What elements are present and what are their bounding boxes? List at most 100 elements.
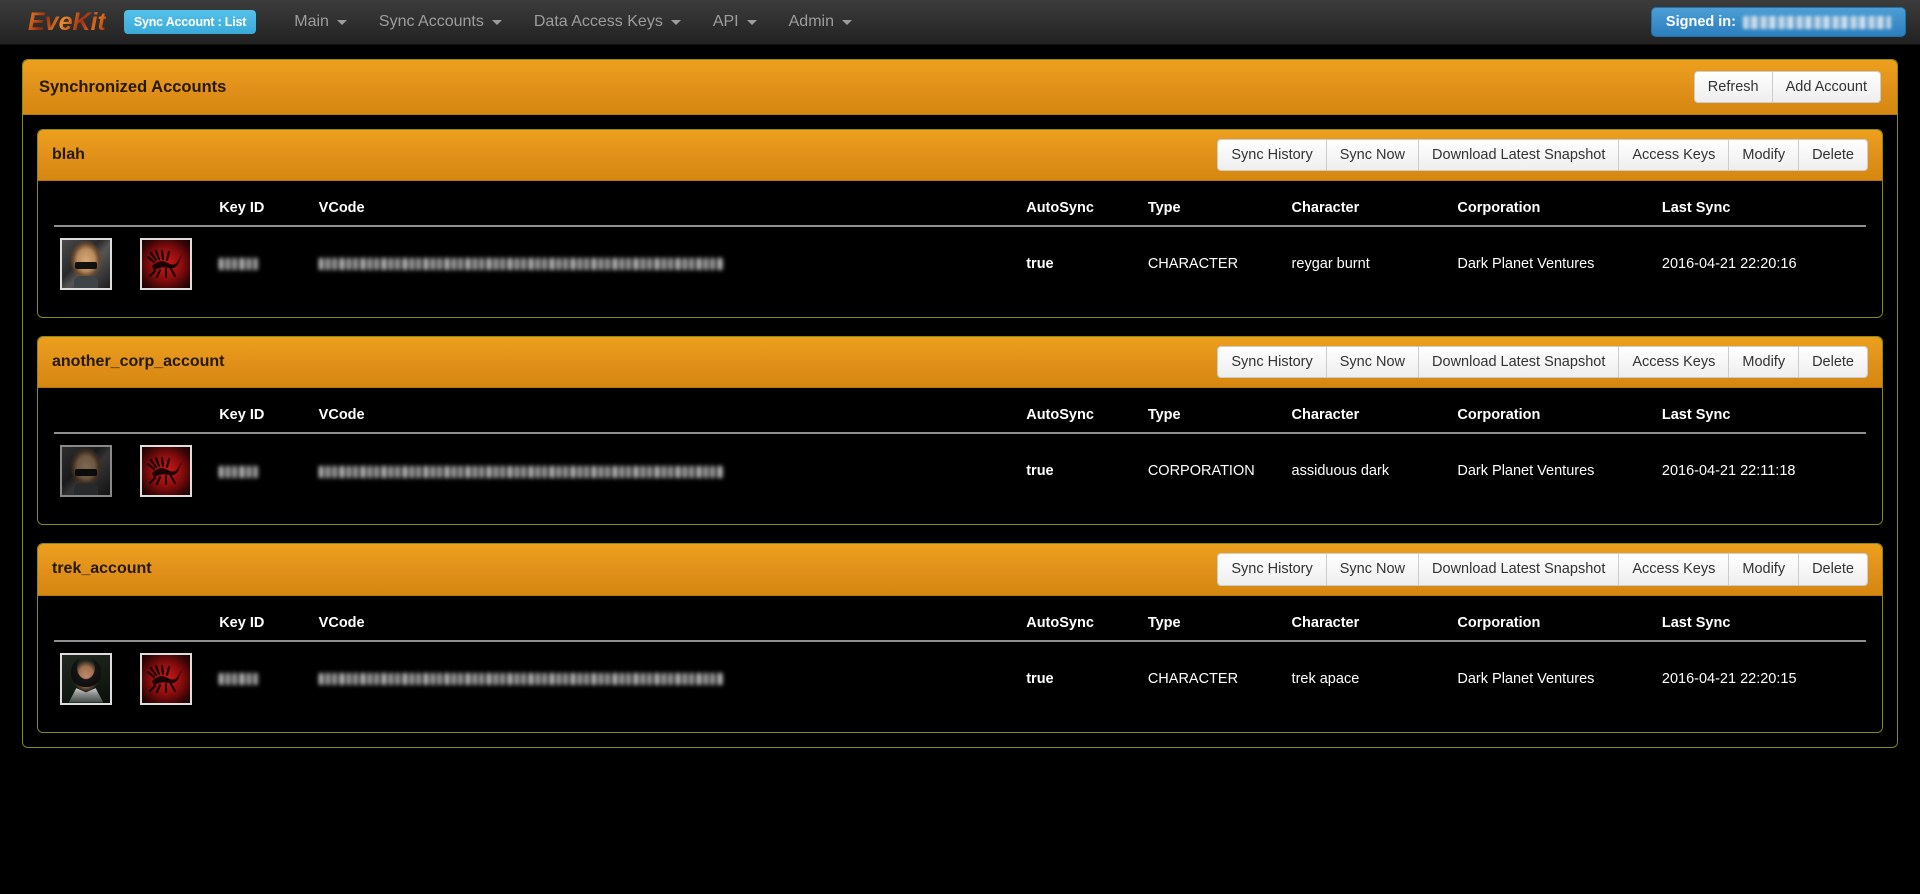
th-corporation: Corporation	[1451, 605, 1656, 642]
corporation-logo-icon	[139, 445, 192, 498]
account-table: Key ID VCode AutoSync Type Character Cor…	[54, 191, 1866, 301]
modify-button[interactable]: Modify	[1729, 346, 1800, 379]
nav-item-label: Sync Accounts	[378, 13, 484, 30]
nav-item-main[interactable]: Main	[278, 5, 363, 39]
nav-item-label: Data Access Keys	[533, 13, 663, 30]
access-keys-button[interactable]: Access Keys	[1619, 553, 1730, 586]
cell-autosync: true	[1026, 256, 1054, 273]
refresh-button[interactable]: Refresh	[1693, 71, 1773, 104]
nav-active-badge[interactable]: Sync Account : List	[123, 10, 257, 34]
account-header: blah Sync History Sync Now Download Late…	[38, 130, 1882, 182]
sync-now-button[interactable]: Sync Now	[1326, 139, 1420, 172]
th-character: Character	[1285, 605, 1452, 642]
account-panel: another_corp_account Sync History Sync N…	[37, 336, 1883, 526]
add-account-button[interactable]: Add Account	[1772, 71, 1881, 104]
cell-character-image	[54, 433, 134, 508]
th-character-image	[54, 191, 134, 228]
account-actions: Sync History Sync Now Download Latest Sn…	[1217, 139, 1868, 172]
delete-button[interactable]: Delete	[1799, 346, 1868, 379]
nav-item-api[interactable]: API	[697, 5, 773, 39]
cell-key-id	[213, 226, 312, 301]
sync-history-button[interactable]: Sync History	[1217, 346, 1327, 379]
th-character-image	[54, 605, 134, 642]
signed-in-email-redacted	[1743, 15, 1891, 29]
modify-button[interactable]: Modify	[1729, 139, 1800, 172]
download-latest-snapshot-button[interactable]: Download Latest Snapshot	[1419, 346, 1620, 379]
panel-header: Synchronized Accounts Refresh Add Accoun…	[23, 60, 1897, 116]
nav-item-label: Main	[294, 13, 329, 30]
sync-history-button[interactable]: Sync History	[1217, 553, 1327, 586]
account-table: Key ID VCode AutoSync Type Character Cor…	[54, 605, 1866, 716]
table-row: true CORPORATION assiduous dark Dark Pla…	[54, 433, 1866, 508]
brand-logo[interactable]: EveKit	[14, 8, 106, 37]
th-corporation-image	[133, 605, 214, 642]
corporation-logo-icon	[139, 652, 192, 705]
cell-corporation: Dark Planet Ventures	[1457, 670, 1595, 687]
sync-now-button[interactable]: Sync Now	[1326, 553, 1420, 586]
character-portrait-icon	[60, 238, 112, 291]
cell-corporation-image	[134, 433, 214, 508]
th-autosync: AutoSync	[1020, 191, 1142, 228]
cell-key-id	[213, 641, 312, 716]
panel-header-actions: Refresh Add Account	[1693, 71, 1881, 104]
account-actions: Sync History Sync Now Download Latest Sn…	[1217, 346, 1868, 379]
modify-button[interactable]: Modify	[1729, 553, 1800, 586]
download-latest-snapshot-button[interactable]: Download Latest Snapshot	[1419, 553, 1620, 586]
th-type: Type	[1141, 191, 1286, 228]
nav-item-sync-accounts[interactable]: Sync Accounts	[363, 5, 518, 39]
table-row: true CHARACTER trek apace Dark Planet Ve…	[54, 641, 1866, 716]
th-last-sync: Last Sync	[1655, 398, 1866, 435]
nav-item-data-access-keys[interactable]: Data Access Keys	[518, 5, 697, 39]
sync-now-button[interactable]: Sync Now	[1326, 346, 1420, 379]
th-autosync: AutoSync	[1020, 398, 1142, 435]
sync-history-button[interactable]: Sync History	[1217, 139, 1327, 172]
chevron-down-icon	[841, 19, 852, 25]
table-row: true CHARACTER reygar burnt Dark Planet …	[54, 226, 1866, 301]
account-body: Key ID VCode AutoSync Type Character Cor…	[38, 388, 1882, 525]
account-body: Key ID VCode AutoSync Type Character Cor…	[38, 181, 1882, 318]
character-portrait-icon	[60, 445, 112, 498]
cell-corporation-image	[134, 641, 214, 716]
download-latest-snapshot-button[interactable]: Download Latest Snapshot	[1419, 139, 1620, 172]
table-header-row: Key ID VCode AutoSync Type Character Cor…	[54, 605, 1866, 642]
access-keys-button[interactable]: Access Keys	[1619, 346, 1730, 379]
th-vcode: VCode	[312, 398, 1021, 435]
account-panel: blah Sync History Sync Now Download Late…	[37, 129, 1883, 319]
table-head: Key ID VCode AutoSync Type Character Cor…	[54, 605, 1866, 642]
nav-item-label: Admin	[788, 13, 834, 30]
th-type: Type	[1141, 605, 1286, 642]
account-actions: Sync History Sync Now Download Latest Sn…	[1217, 553, 1868, 586]
page-title: Synchronized Accounts	[39, 77, 227, 96]
nav-item-label: API	[712, 13, 739, 30]
table-header-row: Key ID VCode AutoSync Type Character Cor…	[54, 398, 1866, 435]
delete-button[interactable]: Delete	[1799, 553, 1868, 586]
signed-in-button[interactable]: Signed in:	[1650, 7, 1906, 37]
cell-vcode	[313, 226, 1021, 301]
corporation-logo-icon	[139, 238, 192, 291]
th-character-image	[54, 398, 134, 435]
table-head: Key ID VCode AutoSync Type Character Cor…	[54, 398, 1866, 435]
cell-character: assiduous dark	[1291, 463, 1390, 480]
cell-corporation: Dark Planet Ventures	[1457, 463, 1595, 480]
th-corporation-image	[133, 398, 214, 435]
table-header-row: Key ID VCode AutoSync Type Character Cor…	[54, 191, 1866, 228]
cell-key-id	[213, 433, 312, 508]
cell-type: CORPORATION	[1147, 463, 1255, 480]
chevron-down-icon	[491, 19, 502, 25]
th-type: Type	[1141, 398, 1286, 435]
cell-character: reygar burnt	[1291, 256, 1370, 273]
cell-character-image	[54, 226, 134, 301]
delete-button[interactable]: Delete	[1799, 139, 1868, 172]
account-name: another_corp_account	[52, 353, 225, 371]
th-key-id: Key ID	[213, 191, 313, 228]
access-keys-button[interactable]: Access Keys	[1619, 139, 1730, 172]
chevron-down-icon	[746, 19, 757, 25]
cell-corporation-image	[134, 226, 214, 301]
nav-item-admin[interactable]: Admin	[773, 5, 868, 39]
cell-vcode	[313, 433, 1021, 508]
th-last-sync: Last Sync	[1655, 191, 1866, 228]
th-last-sync: Last Sync	[1655, 605, 1866, 642]
character-portrait-icon	[60, 652, 112, 705]
cell-type: CHARACTER	[1147, 256, 1239, 273]
th-character: Character	[1285, 191, 1452, 228]
